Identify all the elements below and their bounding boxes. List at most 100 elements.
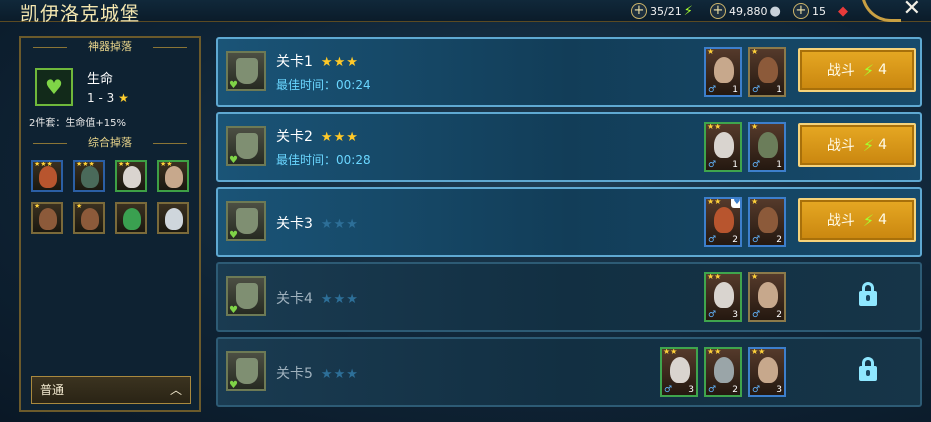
stage-row-3[interactable]: ♥ 关卡3 ★★★ ★★ ♂ 2 ♥ ★ ♂ 2 战斗 ⚡ 4 (216, 187, 922, 257)
artifact-drop-icon: ♥ (226, 51, 266, 91)
portrait-image (714, 282, 734, 308)
stage-stars: ★★★ (321, 130, 359, 145)
hero-drop-1-icon[interactable]: ★★★ (31, 160, 63, 192)
silver-counter: + 49,880 ● (710, 2, 781, 20)
add-silver-button[interactable]: + (710, 3, 726, 19)
enemy-hero-portrait[interactable]: ★ ♂ 1 (704, 47, 742, 97)
rarity-stars: ★★ (707, 272, 722, 281)
rarity-stars: ★★ (751, 347, 766, 356)
star-icon: ★ (346, 130, 359, 145)
enemy-hero-portrait[interactable]: ★★ ♂ 1 (704, 122, 742, 172)
energy-bolt-icon: ⚡ (683, 3, 693, 19)
artifact-level-range: 1 - 3 ★ (87, 91, 129, 105)
artifact-set-name: 生命 (87, 72, 114, 87)
class-icon: ♂ (752, 85, 761, 95)
heart-icon: ♥ (229, 80, 238, 91)
energy-counter: + 35/21 ⚡ (631, 2, 693, 20)
hero-level: 2 (776, 235, 782, 245)
gem-drop-icon[interactable] (115, 202, 147, 234)
class-icon: ♂ (752, 160, 761, 170)
rarity-stars: ★ (751, 122, 759, 131)
portrait-image (39, 208, 57, 230)
lock-icon (859, 282, 877, 306)
portrait-image (165, 166, 183, 188)
star-icon: ★ (333, 130, 347, 145)
stage-stars: ★★★ (321, 55, 359, 70)
heart-icon: ♥ (229, 230, 238, 241)
shield-drop-icon[interactable]: ★★★ (73, 160, 105, 192)
hero-drop-2-icon[interactable]: ★★ (115, 160, 147, 192)
energy-cost: 4 (878, 212, 888, 228)
hero-level: 2 (776, 310, 782, 320)
star-icon: ★ (320, 367, 334, 382)
portrait-image (714, 57, 734, 83)
star-icon: ★ (320, 292, 334, 307)
hero-level: 2 (732, 235, 738, 245)
hero-level: 1 (776, 85, 782, 95)
portrait-image (39, 166, 57, 188)
stage-row-5[interactable]: ♥ 关卡5 ★★★ ★★ ♂ 3 ★★ ♂ 2 ★★ ♂ 3 (216, 337, 922, 407)
rarity-stars: ★★ (707, 197, 722, 206)
artifact-drop-icon: ♥ (226, 126, 266, 166)
artifact-shape (236, 58, 258, 84)
heart-icon: ♥ (229, 380, 238, 391)
energy-bolt-icon: ⚡ (862, 60, 875, 80)
hero-level: 1 (732, 85, 738, 95)
enemy-hero-portrait[interactable]: ★ ♂ 1 (748, 122, 786, 172)
rarity-stars: ★★ (118, 160, 131, 168)
difficulty-select[interactable]: 普通 ︿ (31, 376, 191, 404)
rarity-stars: ★ (751, 197, 759, 206)
silver-coin-icon: ● (769, 3, 781, 19)
coin-drop-icon[interactable] (157, 202, 189, 234)
hero-drop-3-icon[interactable]: ★★ (157, 160, 189, 192)
hero-drop-4-icon[interactable]: ★ (31, 202, 63, 234)
enemy-hero-portrait[interactable]: ★★ ♂ 3 (748, 347, 786, 397)
stage-row-4[interactable]: ♥ 关卡4 ★★★ ★★ ♂ 3 ★ ♂ 2 (216, 262, 922, 332)
energy-bolt-icon: ⚡ (862, 135, 875, 155)
add-energy-button[interactable]: + (631, 3, 647, 19)
star-icon: ★ (320, 55, 334, 70)
hero-level: 1 (776, 160, 782, 170)
battle-label: 战斗 (826, 138, 855, 154)
enemy-hero-portrait[interactable]: ★★ ♂ 2 (704, 347, 742, 397)
stage-row-1[interactable]: ♥ 关卡1 ★★★ 最佳时间：00:24 ★ ♂ 1 ★ ♂ 1 战斗 ⚡ 4 (216, 37, 922, 107)
enemy-hero-portrait[interactable]: ★★ ♂ 3 (660, 347, 698, 397)
ruby-icon: ◆ (838, 3, 848, 19)
class-icon: ♂ (664, 385, 673, 395)
stage-row-2[interactable]: ♥ 关卡2 ★★★ 最佳时间：00:28 ★★ ♂ 1 ★ ♂ 1 战斗 ⚡ 4 (216, 112, 922, 182)
silver-value: 49,880 (729, 4, 768, 18)
energy-cost: 4 (878, 137, 888, 153)
artifact-slot[interactable]: ♥ (35, 68, 73, 106)
battle-button[interactable]: 战斗 ⚡ 4 (798, 123, 916, 167)
difficulty-value: 普通 (40, 383, 65, 397)
portrait-image (758, 207, 778, 233)
stage-name: 关卡2 ★★★ (276, 129, 359, 145)
star-icon: ★ (346, 55, 359, 70)
artifact-shape (236, 208, 258, 234)
rarity-stars: ★ (34, 202, 41, 210)
add-gems-button[interactable]: + (793, 3, 809, 19)
portrait-image (123, 208, 141, 230)
enemy-hero-portrait[interactable]: ★ ♂ 1 (748, 47, 786, 97)
enemy-hero-portrait[interactable]: ★★ ♂ 3 (704, 272, 742, 322)
heart-icon: ♥ (45, 75, 63, 99)
battle-button[interactable]: 战斗 ⚡ 4 (798, 198, 916, 242)
drop-info-panel: 神器掉落 ♥ 生命 1 - 3 ★ 2件套：生命值+15% 综合掉落 ★★★ ★★… (19, 36, 201, 412)
portrait-image (81, 166, 99, 188)
rarity-stars: ★ (707, 47, 715, 56)
enemy-hero-portrait[interactable]: ★ ♂ 2 (748, 272, 786, 322)
drop-grid: ★★★ ★★★ ★★ ★★ ★ ★ (31, 160, 193, 234)
stage-name: 关卡3 ★★★ (276, 216, 359, 232)
top-bar: 凯伊洛克城堡 + 35/21 ⚡ + 49,880 ● + 15 ◆ ✕ (0, 0, 931, 25)
enemy-hero-portrait[interactable]: ★★ ♂ 2 ♥ (704, 197, 742, 247)
artifact-drop-heading: 神器掉落 (21, 38, 199, 56)
enemy-hero-portrait[interactable]: ★ ♂ 2 (748, 197, 786, 247)
hero-drop-5-icon[interactable]: ★ (73, 202, 105, 234)
star-icon: ★ (333, 367, 347, 382)
battle-button[interactable]: 战斗 ⚡ 4 (798, 48, 916, 92)
artifact-drop-icon: ♥ (226, 201, 266, 241)
rarity-stars: ★★ (707, 122, 722, 131)
rarity-stars: ★★★ (76, 160, 95, 168)
star-icon: ★ (333, 292, 347, 307)
close-icon[interactable]: ✕ (903, 0, 921, 21)
